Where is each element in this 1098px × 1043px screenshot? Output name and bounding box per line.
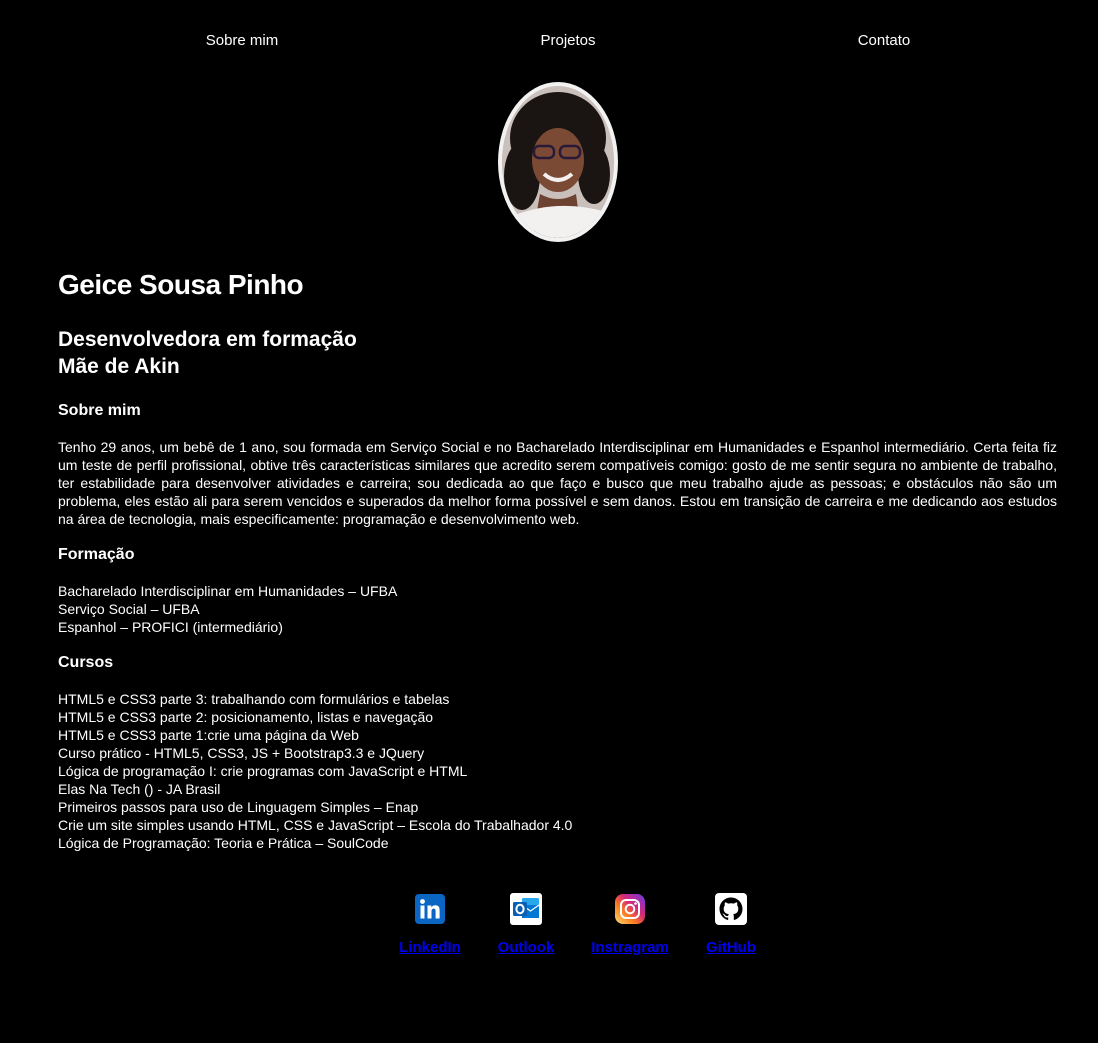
profile-subtitle: Desenvolvedora em formação Mãe de Akin <box>58 326 1057 380</box>
nav-item-projetos[interactable]: Projetos <box>540 32 595 49</box>
linkedin-label: LinkedIn <box>399 939 461 956</box>
courses-list: HTML5 e CSS3 parte 3: trabalhando com fo… <box>58 690 1057 852</box>
github-label: GitHub <box>706 939 756 956</box>
avatar <box>498 82 618 242</box>
list-item: HTML5 e CSS3 parte 3: trabalhando com fo… <box>58 691 450 707</box>
subtitle-family: Mãe de Akin <box>58 355 180 378</box>
github-link[interactable]: GitHub <box>681 893 781 956</box>
list-item: Serviço Social – UFBA <box>58 601 200 617</box>
education-list: Bacharelado Interdisciplinar em Humanida… <box>58 582 1057 636</box>
subtitle-role: Desenvolvedora em formação <box>58 328 357 351</box>
instagram-icon <box>615 894 645 924</box>
nav-item-contato[interactable]: Contato <box>858 32 911 49</box>
outlook-link[interactable]: Outlook <box>476 893 576 956</box>
list-item: Curso prático - HTML5, CSS3, JS + Bootst… <box>58 745 425 761</box>
linkedin-link[interactable]: LinkedIn <box>380 893 480 956</box>
nav-item-sobre-mim[interactable]: Sobre mim <box>206 32 279 49</box>
instagram-link[interactable]: Instragram <box>580 893 680 956</box>
list-item: Primeiros passos para uso de Linguagem S… <box>58 799 419 815</box>
social-links: LinkedIn Outlook Instragram GitHub <box>0 893 1098 973</box>
list-item: Lógica de Programação: Teoria e Prática … <box>58 835 389 851</box>
main-content: Geice Sousa Pinho Desenvolvedora em form… <box>58 264 1057 852</box>
education-title: Formação <box>58 546 135 563</box>
list-item: Espanhol – PROFICI (intermediário) <box>58 619 283 635</box>
list-item: Lógica de programação I: crie programas … <box>58 763 468 779</box>
about-text: Tenho 29 anos, um bebê de 1 ano, sou for… <box>58 439 1057 527</box>
list-item: HTML5 e CSS3 parte 2: posicionamento, li… <box>58 709 434 725</box>
top-nav: Sobre mim Projetos Contato <box>0 0 1098 84</box>
instagram-label: Instragram <box>591 939 669 956</box>
list-item: Bacharelado Interdisciplinar em Humanida… <box>58 583 398 599</box>
list-item: Crie um site simples usando HTML, CSS e … <box>58 817 573 833</box>
linkedin-icon <box>415 894 445 924</box>
list-item: HTML5 e CSS3 parte 1:crie uma página da … <box>58 727 359 743</box>
page-title: Geice Sousa Pinho <box>58 269 304 300</box>
courses-title: Cursos <box>58 654 114 671</box>
about-title: Sobre mim <box>58 402 141 419</box>
profile-photo <box>502 86 614 238</box>
github-icon <box>715 893 747 925</box>
outlook-label: Outlook <box>497 939 555 956</box>
list-item: Elas Na Tech () - JA Brasil <box>58 781 221 797</box>
outlook-icon <box>510 893 542 925</box>
